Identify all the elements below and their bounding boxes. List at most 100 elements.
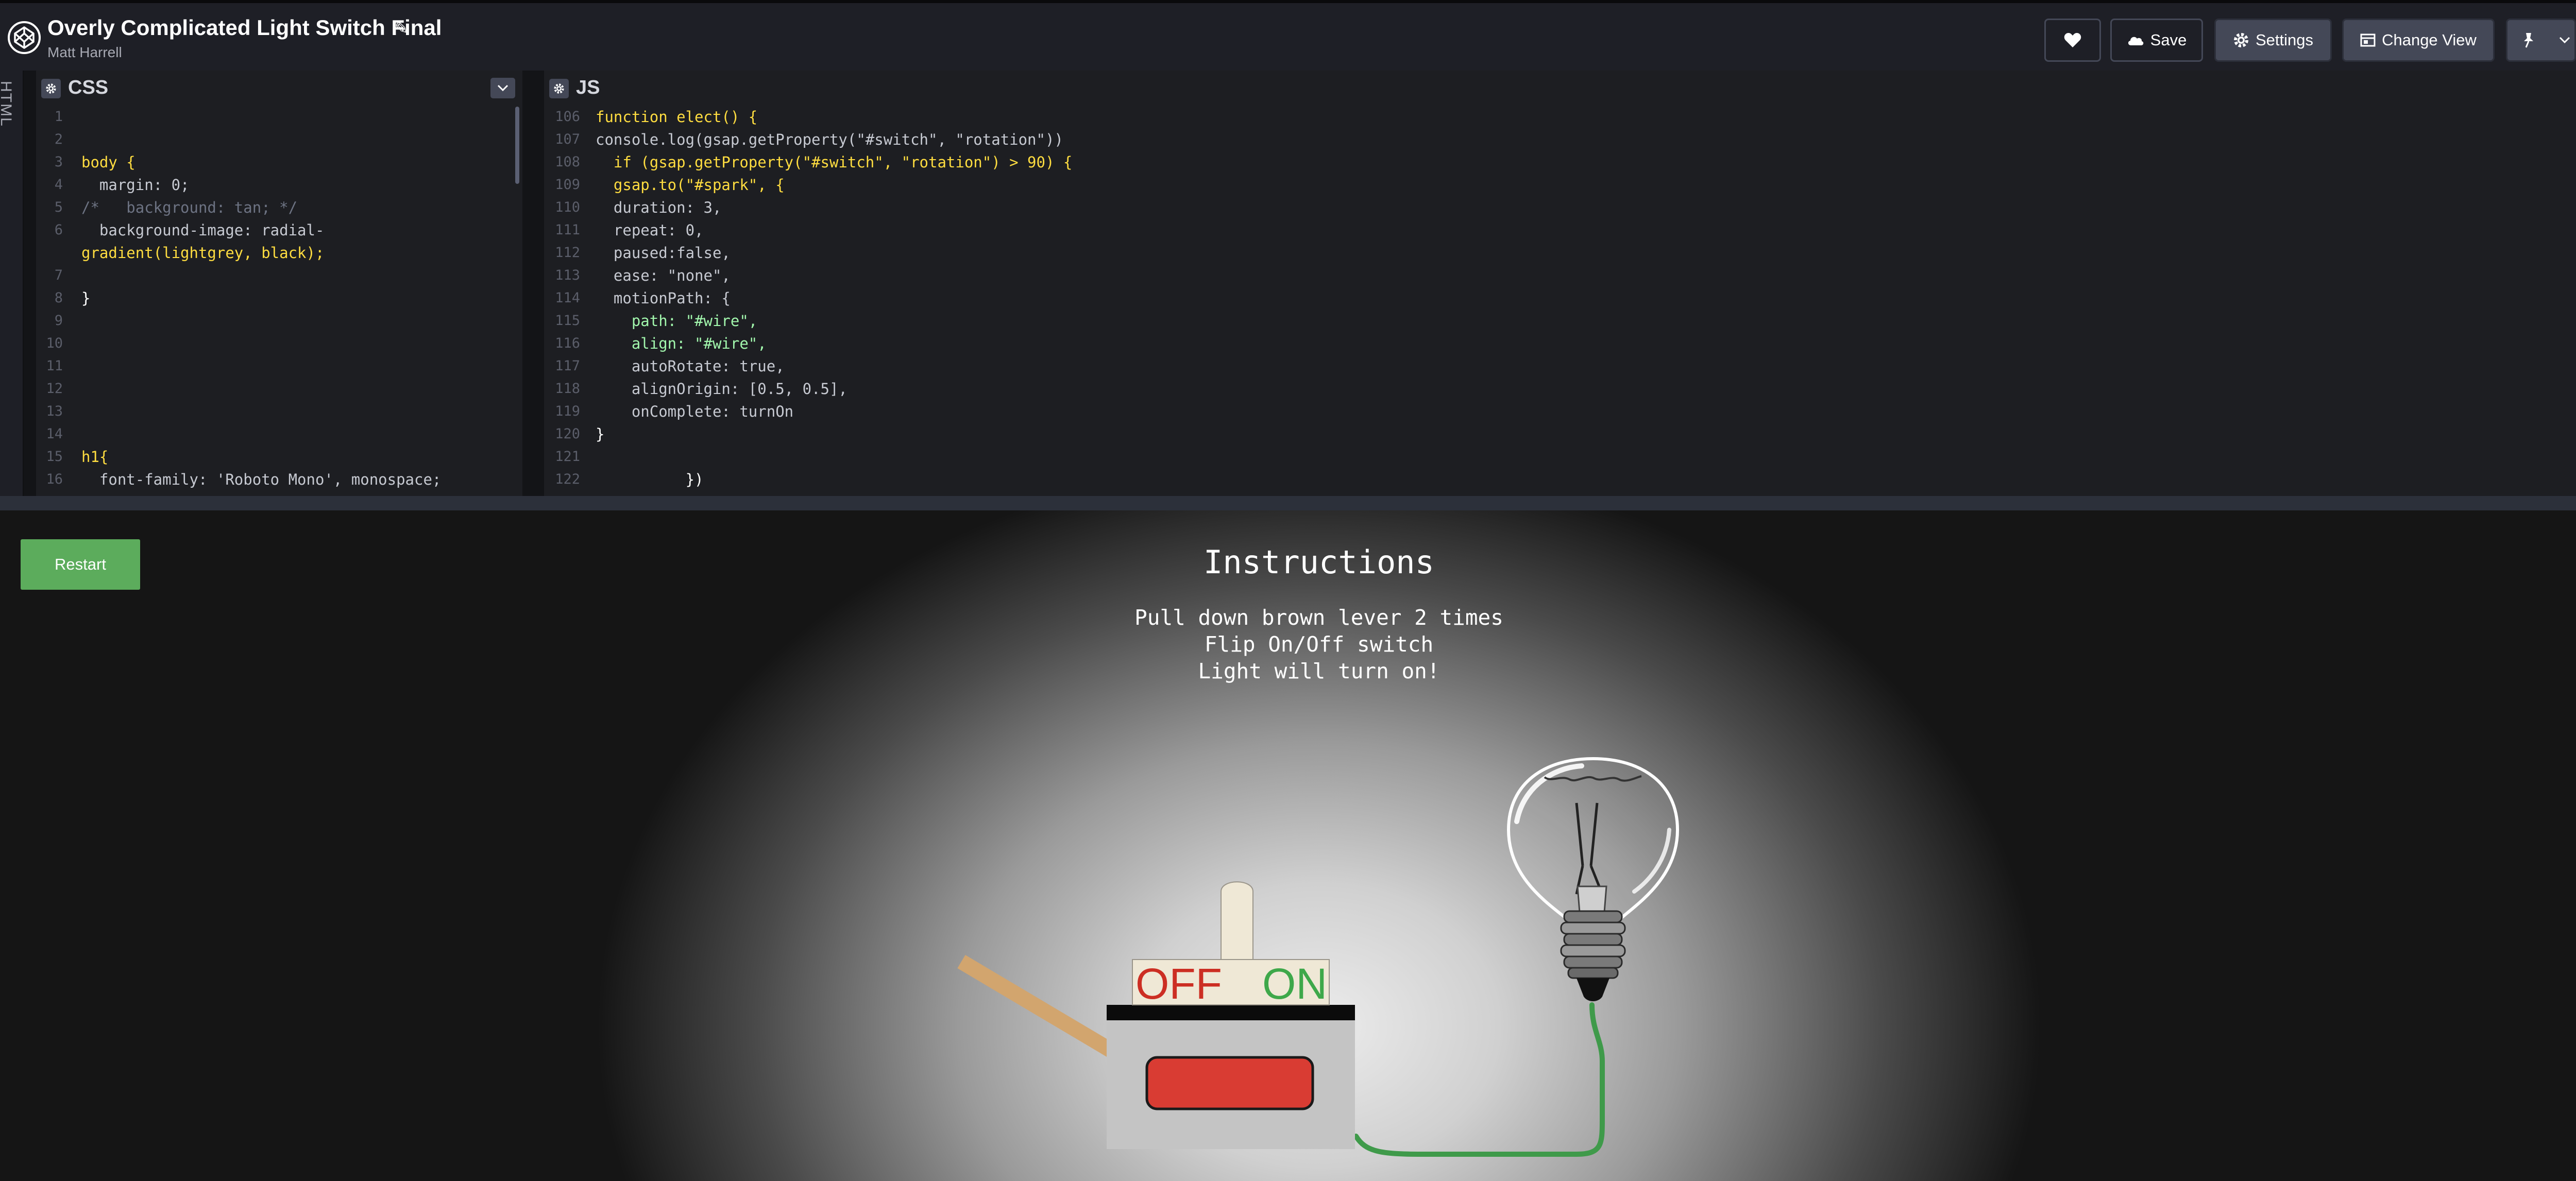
- line-number: 13: [46, 403, 63, 419]
- gear-icon: [2233, 33, 2248, 47]
- line-number: 121: [555, 449, 580, 465]
- line-number: 12: [46, 381, 63, 397]
- line-number: 107: [555, 131, 580, 147]
- on-label: ON: [1262, 960, 1327, 1008]
- off-label: OFF: [1136, 960, 1222, 1008]
- code-line: repeat: 0,: [596, 221, 704, 239]
- settings-label: Settings: [2255, 31, 2313, 49]
- code-line: motionPath: {: [596, 289, 731, 307]
- line-number: 119: [555, 403, 580, 419]
- code-line: align: "#wire",: [596, 335, 767, 352]
- line-number: 4: [54, 177, 63, 193]
- code-line: if (gsap.getProperty("#switch", "rotatio…: [596, 153, 1073, 171]
- code-line: autoRotate: true,: [596, 357, 785, 375]
- line-number: 113: [555, 267, 580, 283]
- chevron-down-icon[interactable]: [2559, 37, 2570, 44]
- line-number: 111: [555, 222, 580, 238]
- line-number: 110: [555, 199, 580, 215]
- editor-preview-resizer[interactable]: [0, 496, 2576, 510]
- css-editor[interactable]: CSS 1 2 3 4 5 6 7 8 9 10 11 12 13 14 15 …: [36, 71, 522, 496]
- line-number: 114: [555, 290, 580, 306]
- brown-lever[interactable]: [957, 955, 1125, 1063]
- html-tab-label[interactable]: HTML: [0, 81, 14, 127]
- code-line: path: "#wire",: [596, 312, 758, 330]
- code-line: console.log(gsap.getProperty("#switch", …: [596, 131, 1063, 148]
- code-line: /* background: tan; */: [81, 199, 298, 216]
- js-editor-title: JS: [576, 77, 600, 98]
- js-code[interactable]: 106 107 108 109 110 111 112 113 114 115 …: [544, 106, 2576, 496]
- top-bar: Overly Complicated Light Switch Final ✎ …: [0, 0, 2576, 71]
- code-line: ease: "none",: [596, 267, 731, 284]
- html-editor-collapsed[interactable]: HTML: [0, 71, 24, 496]
- code-line: h1{: [81, 448, 109, 466]
- love-button[interactable]: [2044, 19, 2101, 62]
- css-options-chevron-icon[interactable]: [490, 78, 515, 98]
- pin-icon: [2524, 33, 2533, 48]
- save-button[interactable]: Save: [2110, 19, 2203, 62]
- red-power-button[interactable]: [1145, 1056, 1314, 1110]
- toggle-switch-handle[interactable]: [1221, 881, 1253, 960]
- line-number: 8: [54, 290, 63, 306]
- code-line: body {: [81, 153, 135, 171]
- save-label: Save: [2150, 31, 2187, 49]
- css-code[interactable]: 1 2 3 4 5 6 7 8 9 10 11 12 13 14 15 16 b…: [36, 106, 522, 496]
- line-number: 116: [555, 335, 580, 351]
- line-number: 3: [54, 154, 63, 170]
- js-editor-header: JS: [544, 71, 2576, 106]
- layout-icon: [2360, 33, 2376, 47]
- editor-area: HTML CSS 1 2 3 4 5 6 7 8 9 10 11 12 13 1…: [0, 71, 2576, 496]
- pen-author[interactable]: Matt Harrell: [47, 44, 122, 61]
- line-number: 6: [54, 222, 63, 238]
- line-number: 120: [555, 426, 580, 442]
- codepen-logo-icon[interactable]: [7, 21, 41, 55]
- js-editor[interactable]: JS 106 107 108 109 110 111 112 113 114 1…: [544, 71, 2576, 496]
- line-number: 117: [555, 358, 580, 374]
- line-number: 15: [46, 449, 63, 465]
- green-wire: [1353, 1002, 1605, 1157]
- code-line: }: [81, 289, 91, 307]
- code-line: gradient(lightgrey, black);: [81, 244, 325, 262]
- result-preview: Restart Instructions Pull down brown lev…: [0, 510, 2576, 1181]
- change-view-label: Change View: [2382, 31, 2477, 49]
- change-view-button[interactable]: Change View: [2342, 19, 2495, 62]
- css-editor-title: CSS: [68, 77, 109, 98]
- line-number: 106: [555, 109, 580, 125]
- line-number: 9: [54, 313, 63, 329]
- css-editor-header: CSS: [36, 71, 522, 106]
- line-number: 16: [46, 471, 63, 487]
- code-line: }: [596, 425, 605, 443]
- code-line: onComplete: turnOn: [596, 403, 794, 420]
- line-number: 14: [46, 426, 63, 442]
- line-number: 1: [54, 109, 63, 125]
- edit-title-pencil-icon[interactable]: ✎: [395, 19, 409, 38]
- pen-title[interactable]: Overly Complicated Light Switch Final: [47, 15, 442, 40]
- line-number: 108: [555, 154, 580, 170]
- line-number: 122: [555, 471, 580, 487]
- line-number: 5: [54, 199, 63, 215]
- code-line: paused:false,: [596, 244, 731, 262]
- code-line: function elect() {: [596, 108, 758, 126]
- light-bulb-icon: [1506, 757, 1680, 1001]
- heart-icon: [2064, 33, 2081, 47]
- line-number: 10: [46, 335, 63, 351]
- css-scrollbar[interactable]: [515, 107, 519, 184]
- pane-resizer[interactable]: [522, 71, 544, 496]
- line-number: 2: [54, 131, 63, 147]
- line-number: 115: [555, 313, 580, 329]
- code-line: duration: 3,: [596, 199, 722, 216]
- line-number: 11: [46, 358, 63, 374]
- line-number: 118: [555, 381, 580, 397]
- cloud-icon: [2128, 37, 2143, 45]
- line-number: 112: [555, 245, 580, 261]
- code-line: background-image: radial-: [81, 221, 325, 239]
- code-line: alignOrigin: [0.5, 0.5],: [596, 380, 848, 398]
- code-line: }): [596, 471, 704, 488]
- settings-button[interactable]: Settings: [2214, 19, 2332, 62]
- js-settings-gear-icon[interactable]: [549, 79, 569, 98]
- css-settings-gear-icon[interactable]: [41, 79, 61, 98]
- code-line: font-family: 'Roboto Mono', monospace;: [81, 471, 442, 488]
- code-line: margin: 0;: [81, 176, 190, 194]
- line-number: 7: [54, 267, 63, 283]
- line-number: 109: [555, 177, 580, 193]
- pin-button[interactable]: [2506, 19, 2576, 62]
